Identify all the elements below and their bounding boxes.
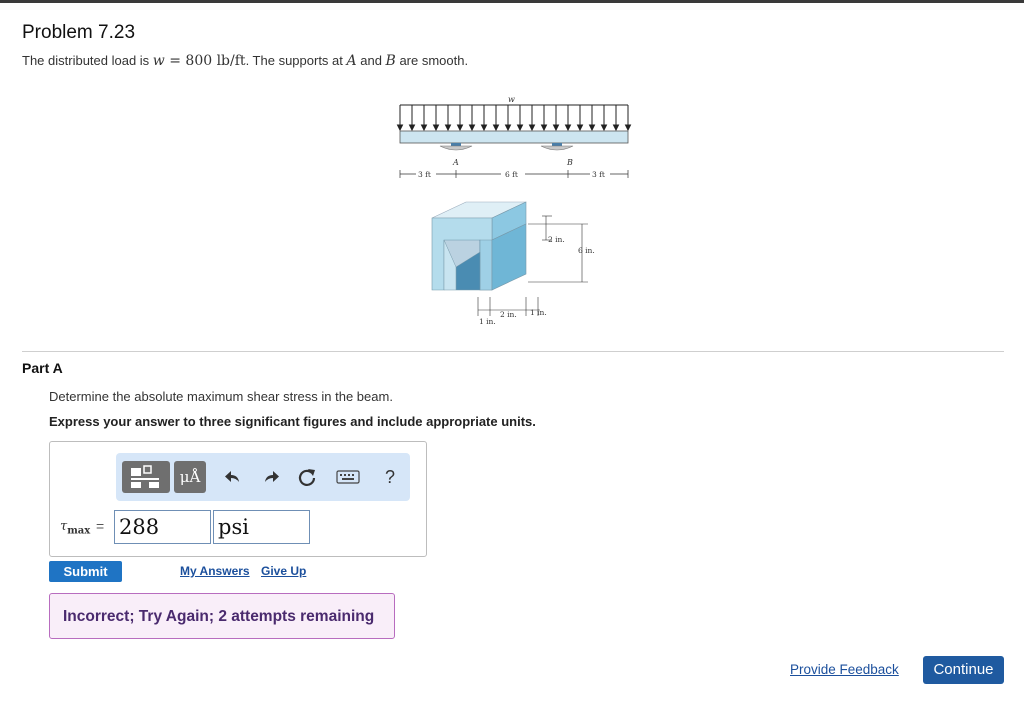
cross-section	[431, 201, 527, 291]
dim-mid-label: 6 ft	[505, 170, 518, 179]
beam	[399, 130, 629, 144]
statement-b-symbol: B	[385, 53, 396, 69]
load-arrow-head	[540, 124, 548, 132]
load-arrow-head	[480, 124, 488, 132]
variable-subscript: max	[67, 525, 91, 537]
statement-text: The distributed load is	[22, 53, 153, 68]
reset-button[interactable]	[294, 461, 320, 493]
support-a-pad	[451, 143, 461, 146]
load-arrow-head	[444, 124, 452, 132]
redo-icon	[265, 471, 279, 482]
dim-bottom-1-label: 1 in.	[479, 317, 496, 326]
my-answers-link[interactable]: My Answers	[180, 564, 250, 578]
load-arrow-head	[576, 124, 584, 132]
math-toolbar: μÅ ?	[116, 453, 410, 501]
load-arrow-head	[408, 124, 416, 132]
problem-figure: w A B 3 ft 6 ft 3 ft 2 in. 6 in. 1 in. 2…	[396, 92, 632, 328]
answer-box: μÅ ? τmax = 288 psi	[49, 441, 427, 557]
distributed-load-arrows	[396, 104, 632, 132]
load-arrow-head	[432, 124, 440, 132]
dim-bottom-2-label: 2 in.	[500, 310, 517, 319]
give-up-link[interactable]: Give Up	[261, 564, 306, 578]
templates-button[interactable]	[122, 461, 170, 493]
load-arrow-head	[612, 124, 620, 132]
undo-button[interactable]	[220, 461, 246, 493]
support-b-pad	[552, 143, 562, 146]
load-arrow-head	[528, 124, 536, 132]
dim-flange-label: 2 in.	[548, 235, 565, 244]
beam-diagram: w A B 3 ft 6 ft 3 ft 2 in. 6 in. 1 in. 2…	[396, 95, 632, 326]
section-divider	[22, 351, 1004, 352]
keyboard-icon	[336, 470, 360, 484]
dim-left-label: 3 ft	[418, 170, 431, 179]
dim-bottom-3-label: 1 in.	[530, 308, 547, 317]
load-arrow-head	[624, 124, 632, 132]
load-arrow-head	[504, 124, 512, 132]
load-arrow-head	[456, 124, 464, 132]
equals-sign: =	[96, 518, 105, 534]
load-arrow-head	[588, 124, 596, 132]
reset-icon	[298, 469, 316, 486]
problem-statement: The distributed load is w = 800 lb/ft. T…	[22, 53, 468, 69]
feedback-message: Incorrect; Try Again; 2 attempts remaini…	[49, 593, 395, 639]
statement-a-symbol: A	[346, 53, 357, 69]
support-a-label: A	[452, 158, 459, 167]
load-arrow-head	[564, 124, 572, 132]
provide-feedback-link[interactable]: Provide Feedback	[790, 662, 899, 677]
load-arrow-head	[420, 124, 428, 132]
templates-icon	[131, 465, 159, 488]
load-label: w	[508, 95, 515, 104]
instruction-text: Express your answer to three significant…	[49, 414, 536, 429]
support-b	[540, 145, 574, 151]
part-label: Part A	[22, 360, 63, 376]
statement-text: are smooth.	[395, 53, 469, 68]
load-arrow-head	[396, 124, 404, 132]
keyboard-button[interactable]	[330, 461, 366, 493]
statement-text: . The supports at	[245, 53, 347, 68]
support-a	[439, 145, 473, 151]
load-arrow-head	[552, 124, 560, 132]
load-arrow-head	[516, 124, 524, 132]
dim-height-label: 6 in.	[578, 246, 595, 255]
question-text: Determine the absolute maximum shear str…	[49, 389, 393, 404]
dim-right-label: 3 ft	[592, 170, 605, 179]
statement-text: and	[356, 53, 386, 68]
continue-button[interactable]: Continue	[923, 656, 1004, 684]
variable-label: τmax	[60, 519, 90, 537]
submit-button[interactable]: Submit	[49, 561, 122, 582]
support-b-label: B	[566, 158, 573, 167]
undo-icon	[225, 471, 239, 482]
load-arrow-head	[468, 124, 476, 132]
unit-input[interactable]: psi	[213, 510, 310, 544]
units-button[interactable]: μÅ	[174, 461, 206, 493]
redo-button[interactable]	[258, 461, 284, 493]
statement-load-value: = 800 lb/ft	[164, 53, 246, 69]
load-arrow-head	[600, 124, 608, 132]
statement-w-symbol: w	[152, 53, 165, 69]
load-arrow-head	[492, 124, 500, 132]
top-border	[0, 0, 1024, 3]
value-input[interactable]: 288	[114, 510, 211, 544]
problem-title: Problem 7.23	[22, 22, 136, 43]
help-button[interactable]: ?	[380, 461, 400, 493]
